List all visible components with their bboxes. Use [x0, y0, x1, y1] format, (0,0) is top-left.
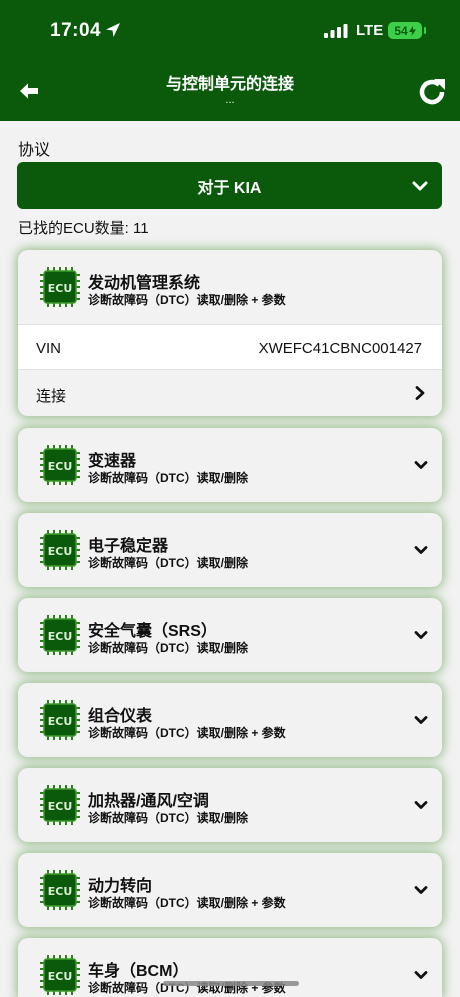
- vin-label: VIN: [36, 340, 62, 357]
- refresh-icon[interactable]: [416, 76, 448, 108]
- ecu-card[interactable]: ECU 安全气囊（SRS） 诊断故障码（DTC）读取/删除: [18, 598, 442, 672]
- ecu-card-header[interactable]: ECU 发动机管理系统 诊断故障码（DTC）读取/删除 + 参数: [18, 250, 442, 324]
- ecu-card-header[interactable]: ECU 电子稳定器 诊断故障码（DTC）读取/删除: [18, 513, 442, 587]
- ecu-name: 安全气囊（SRS）: [88, 623, 217, 640]
- battery-tip: [424, 27, 426, 34]
- vin-row: VIN XWEFC41CBNC001427: [18, 324, 442, 370]
- svg-text:ECU: ECU: [48, 800, 73, 813]
- chevron-down-icon: [414, 716, 428, 724]
- ecu-name: 发动机管理系统: [88, 275, 201, 292]
- ecu-name: 车身（BCM）: [88, 963, 189, 980]
- ecu-card-header[interactable]: ECU 加热器/通风/空调 诊断故障码（DTC）读取/删除: [18, 768, 442, 842]
- ecu-card-header[interactable]: ECU 组合仪表 诊断故障码（DTC）读取/删除 + 参数: [18, 683, 442, 757]
- chevron-down-icon: [414, 546, 428, 554]
- home-indicator[interactable]: [163, 981, 299, 986]
- chevron-down-icon: [414, 801, 428, 809]
- ecu-name: 加热器/通风/空调: [88, 793, 209, 810]
- svg-text:ECU: ECU: [48, 545, 73, 558]
- ecu-card[interactable]: ECU 动力转向 诊断故障码（DTC）读取/删除 + 参数: [18, 853, 442, 927]
- ecu-card[interactable]: ECU 变速器 诊断故障码（DTC）读取/删除: [18, 428, 442, 502]
- ecu-name: 动力转向: [88, 878, 153, 895]
- network-type: LTE: [356, 22, 384, 39]
- ecu-name: 变速器: [88, 453, 137, 470]
- ecu-chip-icon: ECU: [40, 870, 80, 910]
- chevron-down-icon: [414, 461, 428, 469]
- ecu-chip-icon: ECU: [40, 445, 80, 485]
- location-arrow-icon: [106, 23, 120, 37]
- ecu-card-header[interactable]: ECU 变速器 诊断故障码（DTC）读取/删除: [18, 428, 442, 502]
- page-subtitle: ...: [225, 94, 235, 106]
- ecu-chip-icon: ECU: [40, 267, 80, 307]
- svg-text:ECU: ECU: [48, 630, 73, 643]
- ecu-description: 诊断故障码（DTC）读取/删除: [88, 471, 248, 485]
- svg-text:ECU: ECU: [48, 970, 73, 983]
- protocol-dropdown[interactable]: 对于 KIA: [17, 162, 442, 209]
- chevron-down-icon: [412, 181, 428, 191]
- ecu-card[interactable]: ECU 电子稳定器 诊断故障码（DTC）读取/删除: [18, 513, 442, 587]
- charging-bolt-icon: [408, 25, 416, 36]
- ecu-chip-icon: ECU: [40, 700, 80, 740]
- ecu-chip-icon: ECU: [40, 785, 80, 825]
- ecu-description: 诊断故障码（DTC）读取/删除: [88, 811, 248, 825]
- status-time: 17:04: [50, 20, 102, 41]
- svg-text:ECU: ECU: [48, 460, 73, 473]
- chevron-down-icon: [414, 631, 428, 639]
- ecu-chip-icon: ECU: [40, 615, 80, 655]
- ecu-count: 已找的ECU数量: 11: [18, 220, 149, 237]
- status-bar: 17:04 LTE 54: [0, 0, 460, 60]
- connect-row[interactable]: 连接: [18, 370, 442, 416]
- ecu-card-header[interactable]: ECU 车身（BCM） 诊断故障码（DTC）读取/删除 + 参数: [18, 938, 442, 997]
- chevron-down-icon: [414, 886, 428, 894]
- ecu-description: 诊断故障码（DTC）读取/删除: [88, 556, 248, 570]
- protocol-selected-value: 对于 KIA: [197, 179, 262, 197]
- battery-level: 54: [394, 23, 408, 38]
- ecu-description: 诊断故障码（DTC）读取/删除 + 参数: [88, 726, 286, 740]
- protocol-label: 协议: [18, 142, 51, 159]
- ecu-description: 诊断故障码（DTC）读取/删除 + 参数: [88, 896, 286, 910]
- ecu-name: 电子稳定器: [88, 538, 169, 555]
- ecu-card[interactable]: ECU 组合仪表 诊断故障码（DTC）读取/删除 + 参数: [18, 683, 442, 757]
- vin-value: XWEFC41CBNC001427: [258, 340, 422, 357]
- ecu-chip-icon: ECU: [40, 530, 80, 570]
- ecu-description: 诊断故障码（DTC）读取/删除: [88, 641, 248, 655]
- connect-label: 连接: [36, 388, 67, 405]
- svg-text:ECU: ECU: [48, 282, 73, 295]
- ecu-card[interactable]: ECU 车身（BCM） 诊断故障码（DTC）读取/删除 + 参数: [18, 938, 442, 997]
- battery-icon: 54: [388, 22, 422, 39]
- ecu-card[interactable]: ECU 加热器/通风/空调 诊断故障码（DTC）读取/删除: [18, 768, 442, 842]
- ecu-card-expanded[interactable]: ECU 发动机管理系统 诊断故障码（DTC）读取/删除 + 参数 VIN XWE…: [18, 250, 442, 416]
- cellular-signal-icon: [324, 24, 348, 38]
- page-title: 与控制单元的连接: [165, 76, 294, 93]
- app-header: 17:04 LTE 54 与控制单元的连接 ...: [0, 0, 460, 121]
- chevron-right-icon: [415, 386, 425, 400]
- ecu-name: 组合仪表: [88, 708, 153, 725]
- ecu-chip-icon: ECU: [40, 955, 80, 995]
- svg-text:ECU: ECU: [48, 715, 73, 728]
- chevron-down-icon: [414, 971, 428, 979]
- ecu-card-header[interactable]: ECU 安全气囊（SRS） 诊断故障码（DTC）读取/删除: [18, 598, 442, 672]
- svg-text:ECU: ECU: [48, 885, 73, 898]
- ecu-description: 诊断故障码（DTC）读取/删除 + 参数: [88, 293, 286, 307]
- ecu-card-header[interactable]: ECU 动力转向 诊断故障码（DTC）读取/删除 + 参数: [18, 853, 442, 927]
